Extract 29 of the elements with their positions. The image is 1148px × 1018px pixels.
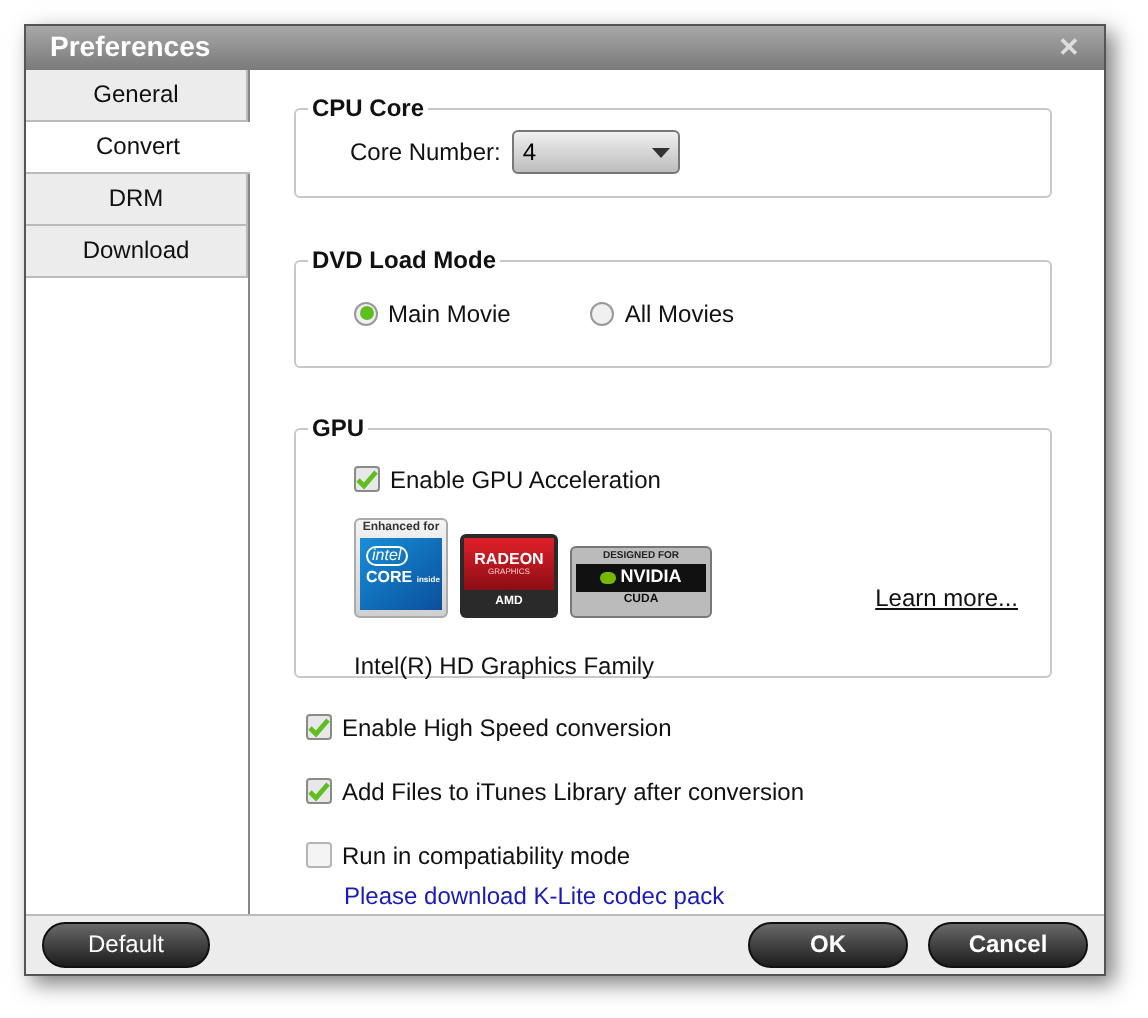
sidebar-tab[interactable]: DRM	[26, 173, 248, 226]
codec-download-link[interactable]: Please download K-Lite codec pack	[344, 877, 725, 914]
core-dropdown[interactable]: 4	[512, 130, 681, 175]
window-title: Preferences	[50, 28, 211, 67]
check-icon	[308, 717, 330, 738]
caret-icon	[652, 147, 671, 158]
checkbox[interactable]	[306, 842, 332, 869]
sidebar-tab[interactable]: Download	[26, 225, 248, 278]
checkbox[interactable]	[306, 778, 332, 805]
gpu-device-name: Intel(R) HD Graphics Family	[354, 649, 657, 684]
sidebar-tab[interactable]: General	[26, 69, 248, 122]
field-label: Core Number:	[350, 136, 501, 171]
sidebar-tab[interactable]: Convert	[26, 121, 250, 174]
default-button[interactable]: Default	[42, 921, 210, 968]
learn-more-link[interactable]: Learn more...	[875, 579, 1018, 616]
checkbox-label: Enable High Speed conversion	[342, 711, 672, 746]
checkbox[interactable]	[306, 714, 332, 741]
checkbox-label: Add Files to iTunes Library after conversion	[342, 775, 804, 810]
checkbox-label: Enable GPU Acceleration	[390, 463, 661, 498]
check-icon	[308, 781, 330, 802]
radio-label: All Movies	[624, 297, 735, 332]
checkbox[interactable]	[354, 466, 380, 493]
radio-button[interactable]	[354, 301, 378, 326]
check-icon	[356, 469, 378, 490]
cancel-button[interactable]: Cancel	[928, 921, 1088, 968]
checkbox-label: Run in compatiability mode	[342, 839, 631, 874]
radio-button[interactable]	[590, 301, 615, 326]
radio-label: Main Movie	[388, 297, 511, 332]
ok-button[interactable]: OK	[748, 921, 908, 968]
